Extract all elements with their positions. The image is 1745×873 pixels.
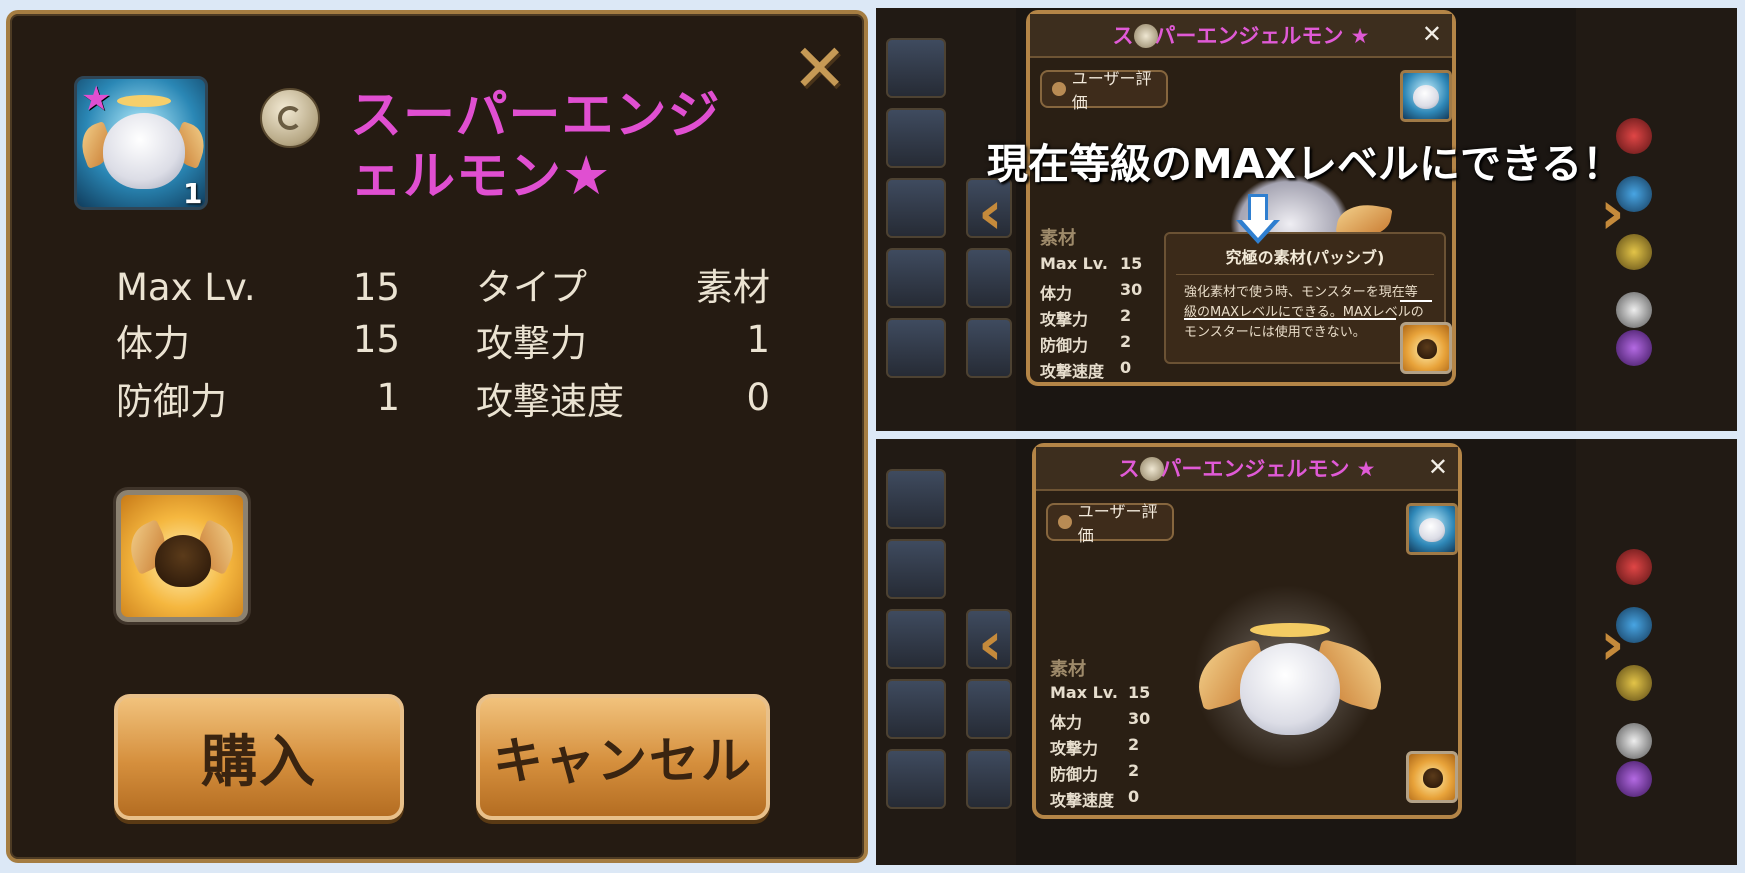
monster-artwork [1240,643,1340,735]
monster-info-dialog: スーパーエンジェルモン ★ ✕ ユーザー評価 素材 Max Lv. 15 体力 … [1032,443,1462,819]
stat-label-atk: 攻撃力 [476,322,587,365]
monster-level: 1 [183,177,203,210]
stat-label-def: 防御力 [116,380,227,423]
buy-button[interactable]: 購入 [114,694,404,820]
element-light-icon [260,88,320,148]
chevron-right-icon[interactable]: › [1600,609,1625,679]
stat-value-type: 素材 [696,266,770,309]
stat-value: 0 [1120,358,1132,377]
stat-label: 体力 [1040,284,1073,303]
type-label: 素材 [1040,228,1076,249]
user-rating-button[interactable]: ユーザー評価 [1046,502,1174,545]
tooltip-title: 究極の素材(パッシブ) [1176,234,1434,275]
callout-text: 現在等級のMAXレベルにできる！ [986,140,1624,188]
skill-icon[interactable] [1400,322,1452,374]
stat-label-spd: 攻撃速度 [476,380,624,423]
chevron-left-icon[interactable]: ‹ [978,609,1003,679]
stat-label: Max Lv. [1050,683,1119,702]
user-rating-button[interactable]: ユーザー評価 [1040,69,1168,112]
down-arrow-icon [1236,194,1280,246]
stat-label-maxlv: Max Lv. [116,266,256,309]
monster-name-line2: ェルモン [350,147,563,207]
monster-portrait [1400,70,1452,122]
screenshot-skill-tooltip: ‹ › スーパーエンジェルモン ★ ✕ ユーザー評価 素材 Max Lv. 15… [876,8,1737,431]
dialog-title: スーパーエンジェルモン ★ ✕ [1030,14,1452,58]
cancel-button[interactable]: キャンセル [476,694,770,820]
stat-value: 30 [1128,709,1151,728]
stat-label-hp: 体力 [116,322,190,365]
monster-name-line1: スーパーエンジ [350,86,721,146]
stat-value: 30 [1120,280,1143,299]
user-rating-label: ユーザー評価 [1071,69,1152,112]
skill-icon[interactable] [1406,751,1458,803]
dialog-title: スーパーエンジェルモン ★ ✕ [1036,447,1458,491]
stat-label: 防御力 [1040,336,1089,355]
close-icon[interactable]: ✕ [792,36,847,102]
rating-icon [1052,82,1066,96]
stat-value-maxlv: 15 [352,266,400,309]
stat-label: 防御力 [1050,765,1099,784]
stat-value: 15 [1128,683,1151,702]
star-icon: ★ [562,144,612,207]
stat-label: Max Lv. [1040,254,1109,273]
monster-name: スーパーエンジ ェルモン★ [350,86,770,207]
stat-value: 0 [1128,787,1140,806]
star-icon: ★ [81,79,112,119]
element-light-icon [1140,457,1164,481]
stat-value: 2 [1128,761,1140,780]
stat-value-def: 1 [376,376,400,419]
stat-label: 攻撃速度 [1040,362,1105,381]
stat-label: 攻撃速度 [1050,791,1115,810]
user-rating-label: ユーザー評価 [1077,502,1158,545]
stat-value: 2 [1120,306,1132,325]
rating-icon [1058,515,1072,529]
type-label: 素材 [1050,659,1086,680]
stat-label: 体力 [1050,713,1083,732]
monster-portrait [1406,503,1458,555]
close-icon[interactable]: ✕ [1428,453,1448,481]
stat-label-type: タイプ [476,266,587,309]
monster-portrait: ★ 1 [74,76,208,210]
close-icon[interactable]: ✕ [1422,20,1442,48]
stat-value: 2 [1128,735,1140,754]
stat-value: 15 [1120,254,1143,273]
stat-value-atk: 1 [746,318,770,361]
screenshot-monster-info: ‹ › スーパーエンジェルモン ★ ✕ ユーザー評価 素材 Max Lv. 15… [876,439,1737,865]
skill-icon[interactable] [116,490,248,622]
element-light-icon [1134,24,1158,48]
stat-label: 攻撃力 [1050,739,1099,758]
stat-value: 2 [1120,332,1132,351]
stat-label: 攻撃力 [1040,310,1089,329]
stat-value-spd: 0 [746,376,770,419]
stat-value-hp: 15 [352,318,400,361]
shop-monster-dialog: ✕ ★ 1 スーパーエンジ ェルモン★ Max Lv. 15 体力 15 防御力… [6,10,868,863]
